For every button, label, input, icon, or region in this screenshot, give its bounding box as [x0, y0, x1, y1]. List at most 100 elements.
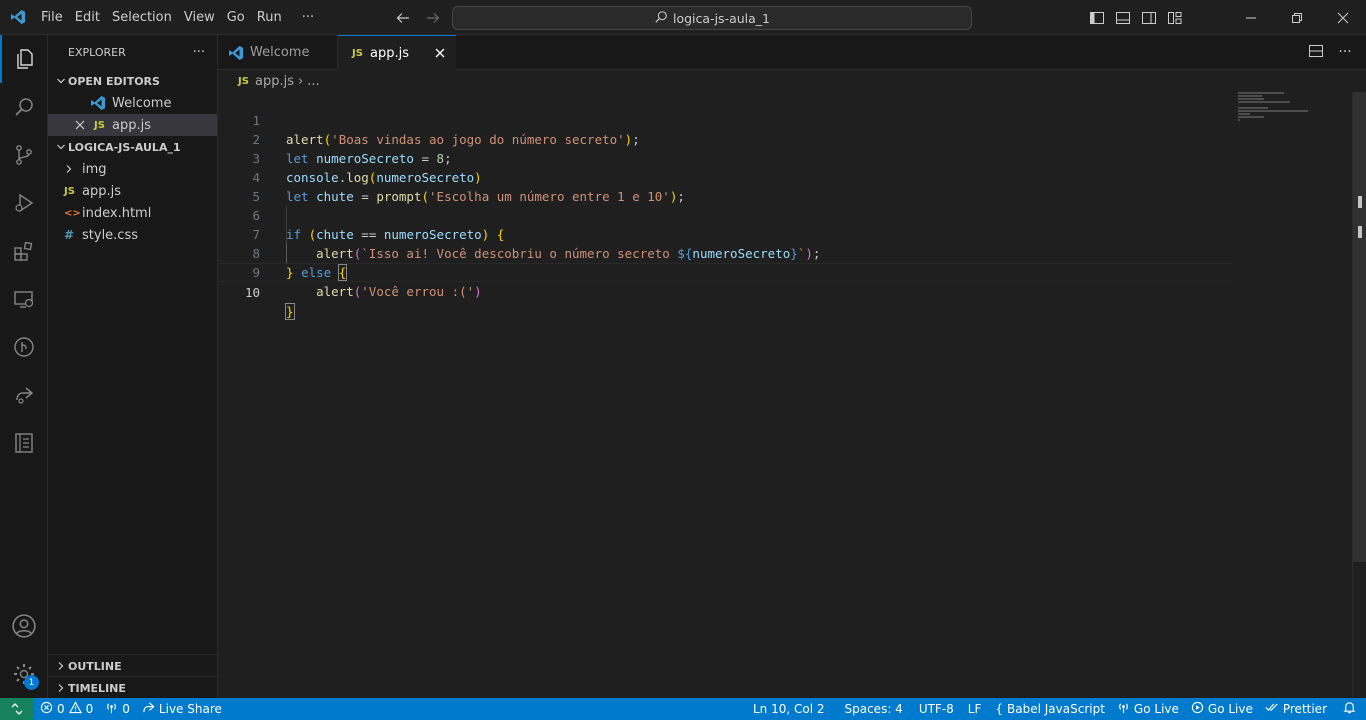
indentation-text: Spaces: 4: [844, 702, 903, 716]
js-file-icon: JS: [64, 185, 75, 197]
restore-icon[interactable]: [1274, 0, 1320, 35]
play-circle-icon: [1191, 701, 1204, 717]
explorer-icon[interactable]: [0, 35, 48, 83]
extensions-icon[interactable]: [0, 227, 48, 275]
manage-gear-icon[interactable]: 1: [0, 650, 48, 698]
tree-item-appjs[interactable]: JS app.js: [48, 180, 217, 202]
menu-selection[interactable]: Selection: [106, 0, 178, 35]
back-arrow-icon[interactable]: [392, 7, 414, 29]
chevron-right-icon: [64, 164, 82, 174]
code-editor[interactable]: 1 alert('Boas vindas ao jogo do número s…: [218, 92, 1352, 698]
project-label: LOGICA-JS-AULA_1: [68, 140, 181, 154]
tree-item-label: style.css: [82, 227, 138, 243]
breadcrumb-symbol[interactable]: ...: [307, 74, 319, 89]
git-graph-icon[interactable]: [0, 323, 48, 371]
broadcast-icon: [1117, 701, 1130, 717]
outline-section[interactable]: OUTLINE: [48, 655, 218, 677]
live-share-button[interactable]: Live Share: [136, 698, 228, 720]
menu-file[interactable]: File: [35, 0, 69, 35]
scroll-thumb[interactable]: [1353, 92, 1366, 562]
code-line: 4 let chute = prompt('Escolha um número …: [218, 149, 1232, 204]
search-activity-icon[interactable]: [0, 83, 48, 131]
search-text: logica-js-aula_1: [673, 10, 770, 26]
close-icon[interactable]: [74, 119, 94, 131]
code-line: 9 alert('Você errou :('): [218, 244, 1232, 299]
timeline-section[interactable]: TIMELINE: [48, 677, 218, 699]
editor-scrollbar[interactable]: [1352, 92, 1366, 698]
run-debug-icon[interactable]: [0, 179, 48, 227]
end-of-line[interactable]: LF: [962, 698, 988, 720]
menu-edit[interactable]: Edit: [69, 0, 106, 35]
indentation[interactable]: Spaces: 4: [839, 698, 909, 720]
language-mode[interactable]: { Babel JavaScript: [989, 698, 1111, 720]
source-control-icon[interactable]: [0, 131, 48, 179]
menu-go[interactable]: Go: [221, 0, 251, 35]
project-section[interactable]: LOGICA-JS-AULA_1: [48, 136, 217, 158]
prettier-label: Prettier: [1282, 702, 1327, 716]
cursor-position-text: Ln 10, Col 2: [752, 702, 825, 716]
customize-layout-icon[interactable]: [1162, 0, 1188, 35]
live-share-activity-icon[interactable]: [0, 371, 48, 419]
ports-indicator[interactable]: 0: [99, 698, 136, 720]
encoding-text: UTF-8: [918, 702, 954, 716]
chevron-right-icon: ›: [298, 73, 304, 89]
breadcrumb-file[interactable]: app.js: [255, 74, 294, 89]
status-bar: 0 0 0 Live Share Ln 10, Col 2 Spaces: 4 …: [0, 698, 1366, 720]
timeline-label: TIMELINE: [68, 681, 126, 695]
warning-icon: [68, 701, 82, 717]
minimize-icon[interactable]: [1228, 0, 1274, 35]
live-share-label: Live Share: [158, 702, 222, 716]
tree-item-index-html[interactable]: <> index.html: [48, 202, 217, 224]
notebook-icon[interactable]: [0, 419, 48, 467]
menu-bar: File Edit Selection View Go Run ···: [35, 0, 320, 35]
tab-appjs[interactable]: JS app.js: [338, 35, 456, 71]
explorer-header: EXPLORER ···: [48, 35, 217, 70]
prettier-button[interactable]: Prettier: [1259, 698, 1333, 720]
menu-more[interactable]: ···: [288, 0, 320, 35]
tab-label: app.js: [370, 46, 409, 61]
open-editor-appjs[interactable]: JS app.js: [48, 114, 217, 136]
chevron-down-icon: [54, 142, 68, 152]
code-line: 3 console.log(numeroSecreto): [218, 130, 1232, 185]
scroll-marker: [1358, 196, 1362, 208]
open-editor-welcome[interactable]: Welcome: [48, 92, 217, 114]
explorer-more-button[interactable]: ···: [193, 45, 205, 60]
double-check-icon: [1265, 701, 1279, 717]
close-window-icon[interactable]: [1320, 0, 1366, 35]
menu-run[interactable]: Run: [251, 0, 288, 35]
notifications-button[interactable]: [1333, 698, 1366, 720]
go-live-button-1[interactable]: Go Live: [1111, 698, 1185, 720]
tree-item-label: index.html: [82, 205, 152, 221]
close-tab-icon[interactable]: [432, 45, 448, 61]
code-line-current: 10 }: [218, 263, 1232, 320]
tree-item-img[interactable]: img: [48, 158, 217, 180]
encoding[interactable]: UTF-8: [913, 698, 960, 720]
chevron-right-icon: [54, 661, 68, 671]
code-line: 1 alert('Boas vindas ao jogo do número s…: [218, 92, 1232, 147]
tab-welcome[interactable]: Welcome: [218, 35, 338, 70]
menu-view[interactable]: View: [178, 0, 221, 35]
cursor-position[interactable]: Ln 10, Col 2: [747, 698, 831, 720]
code-line: 5: [218, 168, 1232, 204]
tree-item-label: img: [82, 161, 107, 177]
split-editor-icon[interactable]: [1308, 43, 1326, 61]
breadcrumb: JS app.js › ...: [218, 70, 1352, 92]
account-icon[interactable]: [0, 602, 48, 650]
code-text: }: [285, 303, 295, 320]
explorer-sidebar: EXPLORER ··· OPEN EDITORS Welcome JS app…: [48, 35, 218, 698]
minimap[interactable]: [1238, 92, 1338, 132]
open-editors-section[interactable]: OPEN EDITORS: [48, 70, 217, 92]
go-live-button-2[interactable]: Go Live: [1185, 698, 1259, 720]
problems-indicator[interactable]: 0 0: [34, 698, 99, 720]
forward-arrow-icon[interactable]: [422, 7, 444, 29]
editor-more-actions-icon[interactable]: ···: [1336, 43, 1354, 61]
command-center-search[interactable]: logica-js-aula_1: [452, 6, 972, 30]
eol-text: LF: [967, 702, 982, 716]
toggle-secondary-sidebar-icon[interactable]: [1136, 0, 1162, 35]
remote-indicator-icon[interactable]: [0, 698, 34, 720]
search-icon: [654, 10, 668, 27]
toggle-primary-sidebar-icon[interactable]: [1084, 0, 1110, 35]
toggle-panel-icon[interactable]: [1110, 0, 1136, 35]
tree-item-style-css[interactable]: # style.css: [48, 224, 217, 246]
remote-explorer-icon[interactable]: [0, 275, 48, 323]
